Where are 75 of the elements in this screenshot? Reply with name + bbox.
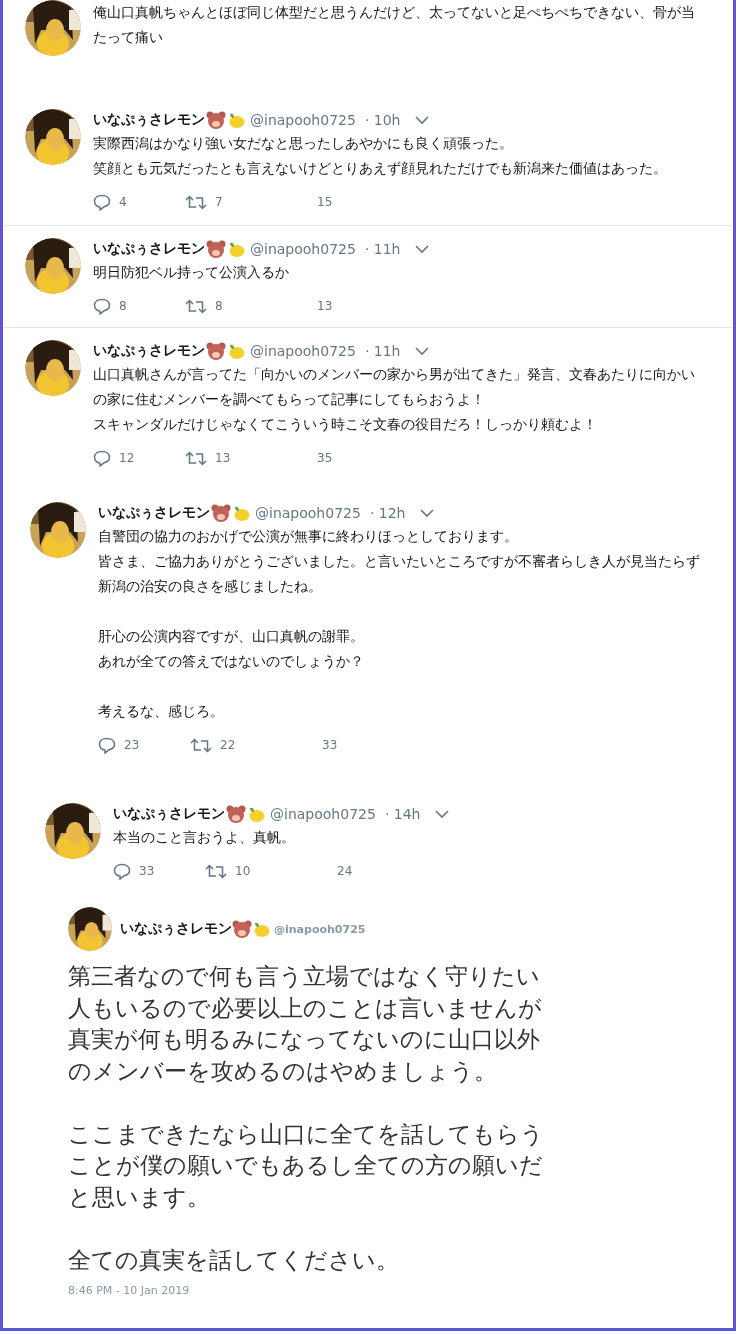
- retweet-icon[interactable]: [205, 863, 227, 879]
- tweet-text: ここまできたなら山口に全てを話してもらうことが僕の願いでもあるし全ての方の願いだと思います。: [68, 1118, 545, 1213]
- tweet-text: 明日防犯ベル持って公演入るか: [93, 263, 290, 282]
- reply-count: 4: [119, 195, 127, 209]
- reply-icon[interactable]: [93, 193, 111, 211]
- tweet-text: 肝心の公演内容ですが、山口真帆の謝罪。: [98, 627, 365, 646]
- tweet-text: スキャンダルだけじゃなくてこういう時こそ文春の役目だろ！しっかり頼むよ！: [93, 415, 598, 434]
- bear-icon: [226, 805, 246, 823]
- bear-icon: [206, 111, 226, 129]
- user-handle[interactable]: @inapooh0725: [270, 806, 376, 822]
- reply-icon[interactable]: [93, 297, 111, 315]
- caret-icon[interactable]: [420, 508, 435, 518]
- lemon-icon: [232, 504, 250, 522]
- bear-icon: [211, 504, 231, 522]
- caret-icon[interactable]: [435, 809, 450, 819]
- tweet-time[interactable]: · 14h: [384, 806, 421, 822]
- lemon-icon: [227, 342, 245, 360]
- tweet-text: 本当のこと言おうよ、真帆。: [113, 828, 296, 847]
- display-name[interactable]: いなぷぅさレモン: [120, 920, 232, 938]
- tweet-text: 山口真帆さんが言ってた「向かいのメンバーの家から男が出てきた」発言、文春あたりに向かいの家に住むメンバーを調べてもらって記事にしてもらおうよ！: [93, 365, 696, 409]
- retweet-icon[interactable]: [185, 194, 207, 210]
- tweet-text: 考えるな、感じろ。: [98, 702, 225, 721]
- caret-icon[interactable]: [415, 346, 430, 356]
- tweet-text: 第三者なので何も言う立場ではなく守りたい人もいるので必要以上のことは言いませんが真実が何も明るみになってないのに山口以外のメンバーを攻めるのはやめましょう。: [68, 961, 543, 1087]
- like-count: 15: [317, 195, 333, 209]
- display-name[interactable]: いなぷぅさレモン: [93, 342, 205, 360]
- retweet-icon[interactable]: [185, 450, 207, 466]
- tweet-text: 皆さま、ご協力ありがとうございました。と言いたいところですが不審者らしき人が見当たらず新潟の治安の良さを感じましたね。: [98, 552, 701, 596]
- like-count: 13: [317, 299, 333, 313]
- tweet-text: 全ての真実を話してください。: [68, 1244, 400, 1276]
- tweet-text: 笑顔とも元気だったとも言えないけどとりあえず顔見れただけでも新潟来た価値はあった。: [93, 159, 668, 178]
- retweet-count: 22: [220, 738, 236, 752]
- retweet-count: 10: [235, 864, 251, 878]
- display-name[interactable]: いなぷぅさレモン: [93, 240, 205, 258]
- like-count: 33: [322, 738, 338, 752]
- like-count: 35: [317, 451, 333, 465]
- tweet-text: 自警団の協力のおかげで公演が無事に終わりほっとしております。: [98, 527, 519, 546]
- tweet-text: あれが全ての答えではないのでしょうか？: [98, 652, 365, 671]
- tweet-text: 実際西潟はかなり強い女だなと思ったしあやかにも良く頑張った。: [93, 134, 514, 153]
- retweet-count: 13: [215, 451, 231, 465]
- lemon-icon: [227, 240, 245, 258]
- user-handle[interactable]: @inapooh0725: [255, 505, 361, 521]
- retweet-count: 8: [215, 299, 223, 313]
- user-handle[interactable]: @inapooh0725: [250, 343, 356, 359]
- lemon-icon: [252, 920, 270, 938]
- reply-icon[interactable]: [113, 862, 131, 880]
- bear-icon: [206, 240, 226, 258]
- retweet-icon[interactable]: [185, 298, 207, 314]
- user-handle[interactable]: @inapooh0725: [274, 922, 366, 936]
- user-handle[interactable]: @inapooh0725: [250, 241, 356, 257]
- lemon-icon: [227, 111, 245, 129]
- bear-icon: [232, 920, 252, 938]
- display-name[interactable]: いなぷぅさレモン: [98, 504, 210, 522]
- tweet-time[interactable]: · 11h: [364, 343, 401, 359]
- tweet-text: 俺山口真帆ちゃんとほぼ同じ体型だと思うんだけど、太ってないと足ぺちぺちできない、骨が当たって痛い: [93, 3, 696, 47]
- caret-icon[interactable]: [415, 115, 430, 125]
- tweet-time[interactable]: · 11h: [364, 241, 401, 257]
- display-name[interactable]: いなぷぅさレモン: [113, 805, 225, 823]
- user-handle[interactable]: @inapooh0725: [250, 112, 356, 128]
- reply-count: 12: [119, 451, 135, 465]
- lemon-icon: [247, 805, 265, 823]
- retweet-count: 7: [215, 195, 223, 209]
- reply-icon[interactable]: [93, 449, 111, 467]
- bear-icon: [206, 342, 226, 360]
- display-name[interactable]: いなぷぅさレモン: [93, 111, 205, 129]
- tweet-time[interactable]: · 12h: [369, 505, 406, 521]
- tweet-timestamp: 8:46 PM - 10 Jan 2019: [68, 1284, 191, 1297]
- caret-icon[interactable]: [415, 244, 430, 254]
- like-count: 24: [337, 864, 353, 878]
- retweet-icon[interactable]: [190, 737, 212, 753]
- reply-count: 23: [124, 738, 140, 752]
- tweet-time[interactable]: · 10h: [364, 112, 401, 128]
- reply-count: 8: [119, 299, 127, 313]
- reply-icon[interactable]: [98, 736, 116, 754]
- reply-count: 33: [139, 864, 155, 878]
